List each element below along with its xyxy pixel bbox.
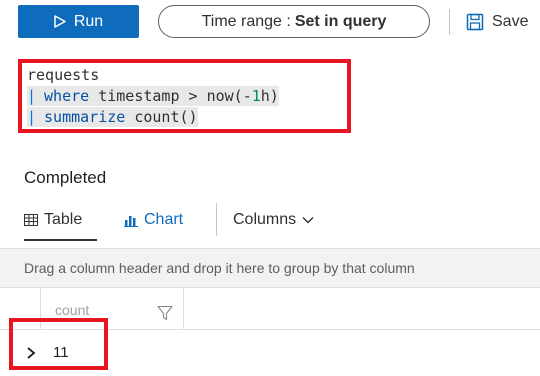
- filter-icon[interactable]: [157, 305, 173, 321]
- play-icon: [54, 15, 66, 28]
- run-label: Run: [73, 12, 104, 30]
- time-range-prefix: Time range :: [201, 12, 291, 30]
- group-by-hint: Drag a column header and drop it here to…: [24, 260, 415, 276]
- toolbar-divider: [449, 9, 450, 35]
- columns-dropdown[interactable]: Columns: [233, 208, 314, 232]
- query-highlight-box: [18, 59, 351, 133]
- tab-chart-label: Chart: [144, 211, 184, 228]
- chart-icon: [124, 215, 138, 227]
- save-button[interactable]: Save: [466, 5, 528, 38]
- table-icon: [24, 214, 38, 226]
- tab-table[interactable]: Table: [24, 208, 82, 232]
- columns-label: Columns: [233, 211, 297, 228]
- tab-divider: [216, 203, 217, 236]
- save-label: Save: [492, 12, 529, 30]
- chevron-down-icon: [302, 217, 314, 224]
- result-highlight-box: [9, 318, 108, 370]
- save-icon: [466, 13, 484, 30]
- tab-chart[interactable]: Chart: [124, 208, 183, 232]
- tab-table-label: Table: [44, 211, 83, 228]
- active-tab-indicator: [24, 239, 97, 241]
- run-button[interactable]: Run: [18, 5, 139, 38]
- query-status: Completed: [24, 168, 107, 187]
- time-range-button[interactable]: Time range : Set in query: [158, 5, 430, 38]
- group-by-drop-zone[interactable]: Drag a column header and drop it here to…: [0, 248, 540, 288]
- column-separator[interactable]: [183, 288, 184, 330]
- time-range-value: Set in query: [294, 12, 387, 30]
- column-header-count[interactable]: count: [55, 302, 89, 318]
